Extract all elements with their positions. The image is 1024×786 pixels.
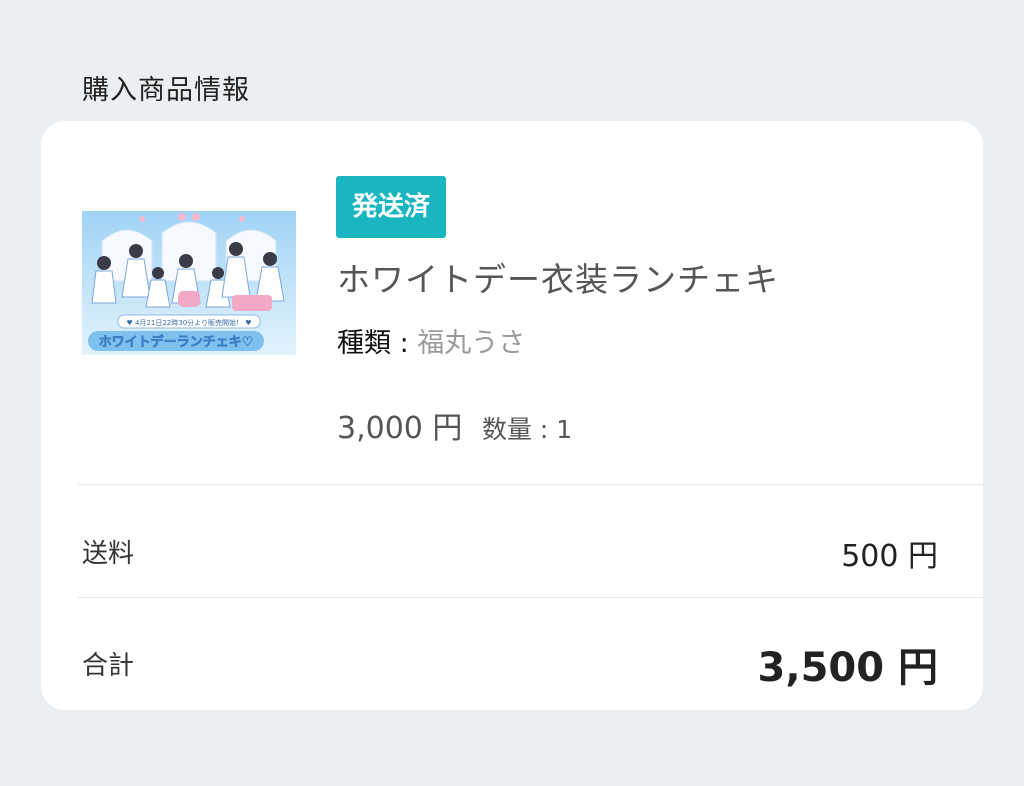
- variant-label: 種類 :: [337, 328, 409, 359]
- unit-price: 3,000 円: [337, 411, 463, 446]
- price-row: 3,000 円 数量 : 1: [337, 403, 572, 447]
- divider: [78, 484, 983, 485]
- quantity: 数量 : 1: [481, 415, 573, 444]
- status-badge: 発送済: [336, 176, 447, 238]
- total-label: 合計: [82, 651, 135, 681]
- total-value: 3,500 円: [757, 645, 938, 691]
- thumbnail-banner-title: ホワイトデーランチェキ♡: [99, 334, 254, 350]
- shipping-label: 送料: [82, 539, 135, 569]
- divider: [78, 597, 983, 598]
- purchase-card: ♥ 4月21日22時30分より販売開始！ ♥ ホワイトデーランチェキ♡ 発送済 …: [41, 121, 983, 710]
- product-thumbnail-image: ♥ 4月21日22時30分より販売開始！ ♥ ホワイトデーランチェキ♡: [82, 211, 296, 355]
- product-name[interactable]: ホワイトデー衣装ランチェキ: [337, 253, 779, 301]
- thumbnail-banner-date: ♥ 4月21日22時30分より販売開始！ ♥: [126, 318, 251, 327]
- section-title: 購入商品情報: [82, 75, 250, 106]
- variant-value: 福丸うさ: [417, 328, 526, 359]
- variant-row: 種類 : 福丸うさ: [337, 321, 525, 360]
- shipping-value: 500 円: [841, 539, 938, 574]
- product-thumbnail[interactable]: ♥ 4月21日22時30分より販売開始！ ♥ ホワイトデーランチェキ♡: [82, 211, 296, 355]
